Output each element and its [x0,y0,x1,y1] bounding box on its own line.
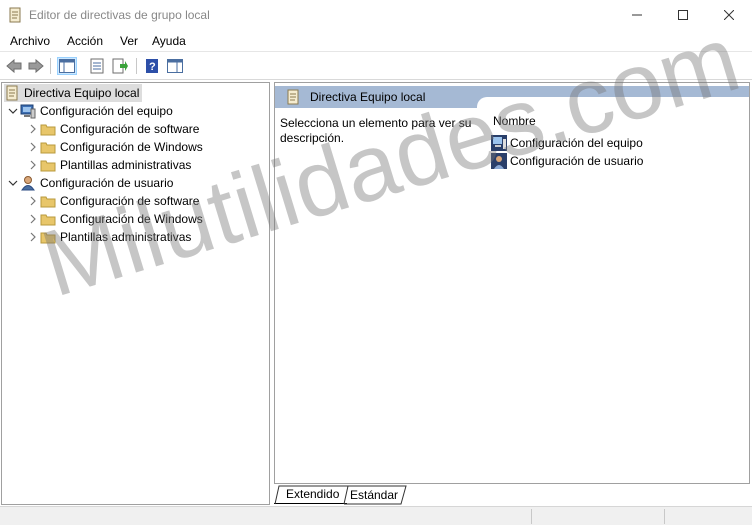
tab-outline [274,485,407,505]
policy-scroll-icon [286,89,300,108]
list-item-label: Configuración de usuario [510,154,644,168]
chevron-right-icon[interactable] [26,212,40,226]
tree-item-label: Configuración del equipo [40,104,173,118]
tree-item-label: Plantillas administrativas [60,158,192,172]
console-tree: Directiva Equipo local Configuración del… [1,82,270,505]
tree-item-user-admin-templates[interactable]: Plantillas administrativas [26,228,191,246]
tree-item-label: Configuración de Windows [60,212,203,226]
chevron-right-icon[interactable] [26,122,40,136]
tree-item-label: Configuración de Windows [60,140,203,154]
chevron-right-icon[interactable] [26,230,40,244]
forward-arrow-icon [28,59,44,73]
tree-item-user-config[interactable]: Configuración de usuario [6,174,173,192]
menu-archivo[interactable]: Archivo [10,34,50,48]
tree-item-root[interactable]: Directiva Equipo local [4,84,143,102]
folder-icon [40,193,56,209]
toolbar-separator [50,58,51,74]
chevron-right-icon[interactable] [26,194,40,208]
chevron-right-icon[interactable] [26,158,40,172]
tree-item-label: Plantillas administrativas [60,230,192,244]
tree-item-label: Configuración de usuario [40,176,174,190]
toolbar-separator [136,58,137,74]
maximize-button[interactable] [660,0,706,30]
toolbar: ? [0,53,752,80]
minimize-icon [632,14,642,16]
tree-item-user-software[interactable]: Configuración de software [26,192,199,210]
folder-icon [40,121,56,137]
list-item-computer-config[interactable]: Configuración del equipo [491,134,643,152]
svg-text:?: ? [149,61,156,73]
status-bar [0,506,752,525]
tree-item-label: Directiva Equipo local [24,86,140,100]
folder-icon [40,211,56,227]
title-bar: Editor de directivas de grupo local [0,0,752,30]
column-header-name[interactable]: Nombre [493,114,536,128]
back-arrow-icon [6,59,22,73]
window-title: Editor de directivas de grupo local [29,8,210,22]
chevron-down-icon[interactable] [6,176,20,190]
tree-item-computer-config[interactable]: Configuración del equipo [6,102,173,120]
tree-item-label: Configuración de software [60,122,200,136]
help-button[interactable]: ? [142,57,162,75]
menu-accion[interactable]: Acción [67,34,103,48]
folder-icon [40,229,56,245]
show-hide-console-tree-icon [59,59,75,73]
export-list-button[interactable] [110,57,130,75]
action-pane-button[interactable] [165,57,185,75]
maximize-icon [678,10,688,20]
header-tab-curve [477,97,749,109]
tree-item-computer-windows[interactable]: Configuración de Windows [26,138,203,156]
chevron-right-icon[interactable] [26,140,40,154]
export-list-icon [112,58,128,74]
user-icon [20,175,36,191]
menu-ver[interactable]: Ver [120,34,138,48]
tree-item-computer-admin-templates[interactable]: Plantillas administrativas [26,156,191,174]
policy-scroll-icon [4,85,20,101]
list-item-label: Configuración del equipo [510,136,643,150]
close-icon [724,10,734,20]
help-icon: ? [146,59,158,73]
back-button[interactable] [4,57,24,75]
description-text: Selecciona un elemento para ver su descr… [280,116,472,145]
status-separator [664,509,665,524]
view-tabs: Extendido Estándar [274,485,750,505]
status-separator [531,509,532,524]
chevron-down-icon[interactable] [6,104,20,118]
menu-ayuda[interactable]: Ayuda [152,34,186,48]
properties-icon [90,58,104,74]
tree-item-computer-software[interactable]: Configuración de software [26,120,199,138]
menu-bar: Archivo Acción Ver Ayuda [0,30,752,52]
folder-icon [40,157,56,173]
list-item-user-config[interactable]: Configuración de usuario [491,152,643,170]
tree-item-user-windows[interactable]: Configuración de Windows [26,210,203,228]
close-button[interactable] [706,0,752,30]
policy-scroll-icon [8,7,22,23]
tree-item-label: Configuración de software [60,194,200,208]
forward-button[interactable] [26,57,46,75]
computer-icon [491,135,507,151]
computer-icon [20,103,36,119]
action-pane-icon [167,59,183,73]
properties-button[interactable] [87,57,107,75]
details-pane: Directiva Equipo local Selecciona un ele… [274,82,750,484]
folder-icon [40,139,56,155]
details-header-title: Directiva Equipo local [310,90,426,104]
minimize-button[interactable] [614,0,660,30]
user-icon [491,153,507,169]
show-hide-tree-button[interactable] [57,57,77,75]
